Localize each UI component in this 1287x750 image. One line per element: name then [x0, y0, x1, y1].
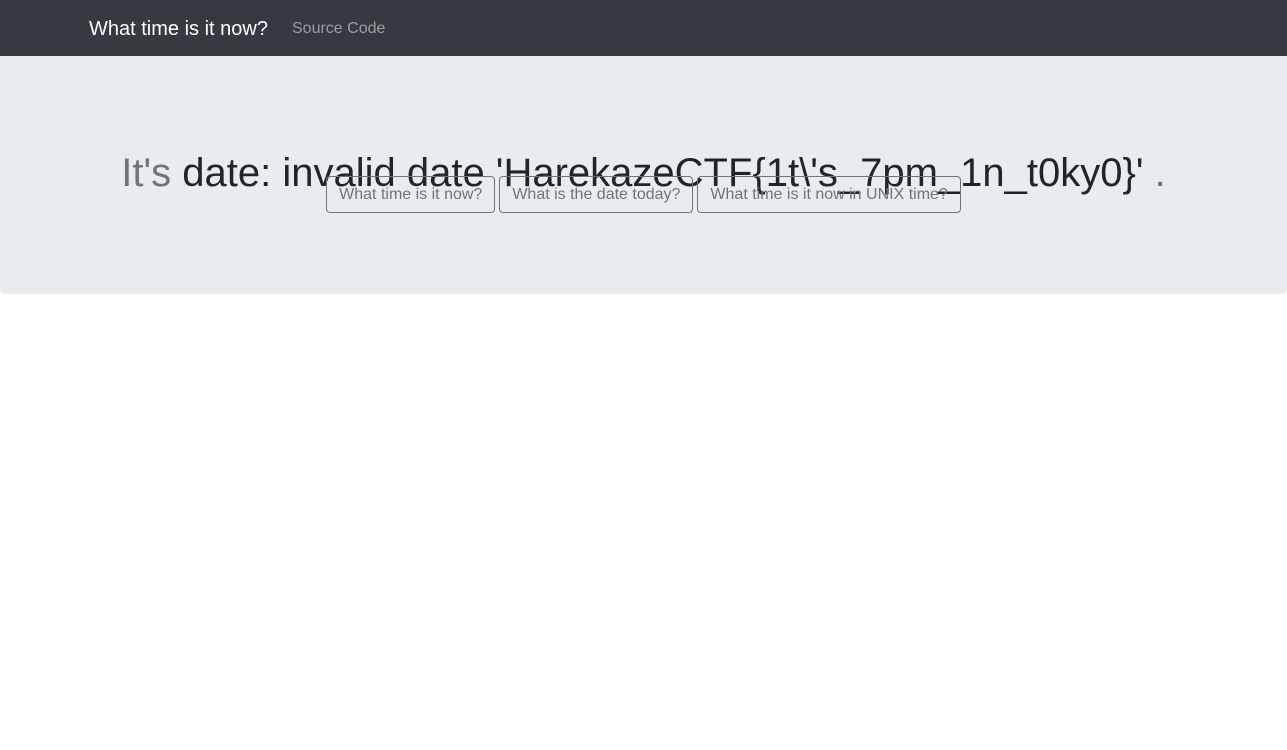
jumbotron: It's date: invalid date 'HarekazeCTF{1t\… [0, 56, 1287, 294]
time-now-button[interactable]: What time is it now? [326, 176, 496, 213]
source-code-link[interactable]: Source Code [292, 19, 385, 39]
navbar: What time is it now? Source Code [0, 0, 1287, 56]
query-button-group: What time is it now? What is the date to… [0, 176, 1287, 213]
navbar-brand-link[interactable]: What time is it now? [89, 16, 268, 42]
date-today-button[interactable]: What is the date today? [499, 176, 694, 213]
unix-time-button[interactable]: What time is it now in UNIX time? [697, 176, 961, 213]
